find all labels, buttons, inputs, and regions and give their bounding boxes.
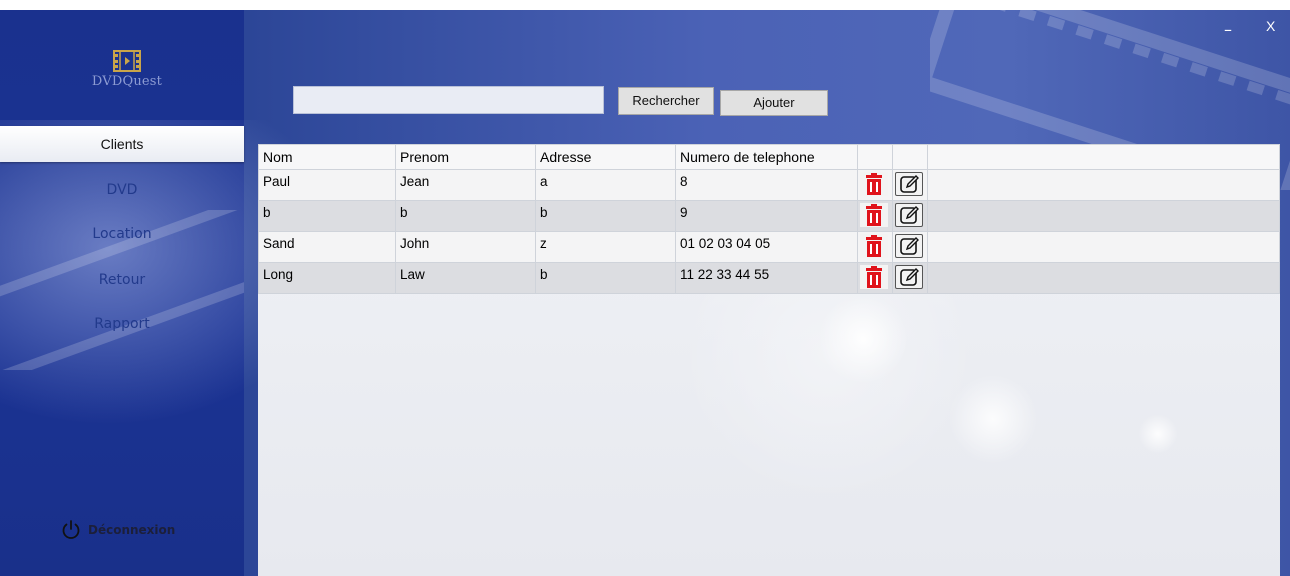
cell-filler (927, 262, 1280, 294)
table-row[interactable]: Sand John z 01 02 03 04 05 (258, 231, 1280, 263)
cell-edit (892, 200, 928, 232)
table-header: Nom Prenom Adresse Numero de telephone (258, 144, 1280, 170)
minimize-button[interactable]: – (1224, 20, 1232, 39)
cell-nom[interactable]: Paul (258, 169, 396, 201)
search-button[interactable]: Rechercher (618, 87, 714, 115)
cell-nom[interactable]: Sand (258, 231, 396, 263)
sidebar-item-retour[interactable]: Retour (0, 262, 244, 298)
trash-icon (866, 204, 882, 226)
cell-filler (927, 231, 1280, 263)
cell-edit (892, 169, 928, 201)
clients-grid: Nom Prenom Adresse Numero de telephone P… (258, 144, 1280, 576)
bokeh-decoration (1138, 414, 1178, 454)
edit-icon (900, 237, 919, 255)
column-header-edit (892, 144, 928, 170)
column-header-delete (857, 144, 893, 170)
delete-button[interactable] (860, 265, 888, 289)
cell-adresse[interactable]: b (535, 262, 676, 294)
table-row[interactable]: Paul Jean a 8 (258, 169, 1280, 201)
bokeh-decoration (948, 374, 1038, 464)
cell-prenom[interactable]: b (395, 200, 536, 232)
sidebar-item-clients[interactable]: Clients (0, 126, 244, 162)
trash-icon (866, 173, 882, 195)
delete-button[interactable] (860, 203, 888, 227)
logout-button[interactable]: Déconnexion (60, 518, 175, 542)
cell-telephone[interactable]: 11 22 33 44 55 (675, 262, 858, 294)
sidebar: DVDQuest Clients DVD Location Retour Rap… (0, 10, 360, 576)
edit-button[interactable] (895, 203, 923, 227)
cell-nom[interactable]: Long (258, 262, 396, 294)
bokeh-decoration (818, 294, 908, 384)
close-button[interactable]: X (1266, 18, 1275, 34)
edit-icon (900, 268, 919, 286)
edit-icon (900, 175, 919, 193)
cell-prenom[interactable]: Law (395, 262, 536, 294)
cell-prenom[interactable]: John (395, 231, 536, 263)
cell-filler (927, 200, 1280, 232)
sidebar-item-rapport[interactable]: Rapport (0, 306, 244, 342)
cell-adresse[interactable]: a (535, 169, 676, 201)
cell-delete (857, 169, 893, 201)
cell-adresse[interactable]: z (535, 231, 676, 263)
cell-edit (892, 231, 928, 263)
edit-button[interactable] (895, 265, 923, 289)
cell-nom[interactable]: b (258, 200, 396, 232)
sidebar-item-location[interactable]: Location (0, 216, 244, 252)
sidebar-item-dvd[interactable]: DVD (0, 172, 244, 208)
edit-button[interactable] (895, 172, 923, 196)
film-icon (113, 50, 141, 72)
delete-button[interactable] (860, 234, 888, 258)
edit-button[interactable] (895, 234, 923, 258)
cell-telephone[interactable]: 01 02 03 04 05 (675, 231, 858, 263)
cell-telephone[interactable]: 9 (675, 200, 858, 232)
column-header-prenom[interactable]: Prenom (395, 144, 536, 170)
cell-delete (857, 231, 893, 263)
cell-delete (857, 200, 893, 232)
table-row[interactable]: b b b 9 (258, 200, 1280, 232)
table-row[interactable]: Long Law b 11 22 33 44 55 (258, 262, 1280, 294)
logout-label: Déconnexion (88, 523, 176, 537)
cell-prenom[interactable]: Jean (395, 169, 536, 201)
search-input[interactable] (293, 86, 604, 114)
app-name: DVDQuest (91, 74, 163, 89)
power-icon (62, 520, 80, 539)
column-header-telephone[interactable]: Numero de telephone (675, 144, 858, 170)
cell-delete (857, 262, 893, 294)
cell-telephone[interactable]: 8 (675, 169, 858, 201)
trash-icon (866, 266, 882, 288)
app-window: DVDQuest Clients DVD Location Retour Rap… (0, 10, 1290, 576)
app-logo: DVDQuest (72, 50, 182, 100)
cell-adresse[interactable]: b (535, 200, 676, 232)
clients-table: Nom Prenom Adresse Numero de telephone P… (258, 144, 1280, 294)
column-header-adresse[interactable]: Adresse (535, 144, 676, 170)
column-header-filler (927, 144, 1280, 170)
cell-edit (892, 262, 928, 294)
cell-filler (927, 169, 1280, 201)
column-header-nom[interactable]: Nom (258, 144, 396, 170)
add-button[interactable]: Ajouter (720, 90, 828, 116)
edit-icon (900, 206, 919, 224)
trash-icon (866, 235, 882, 257)
delete-button[interactable] (860, 172, 888, 196)
